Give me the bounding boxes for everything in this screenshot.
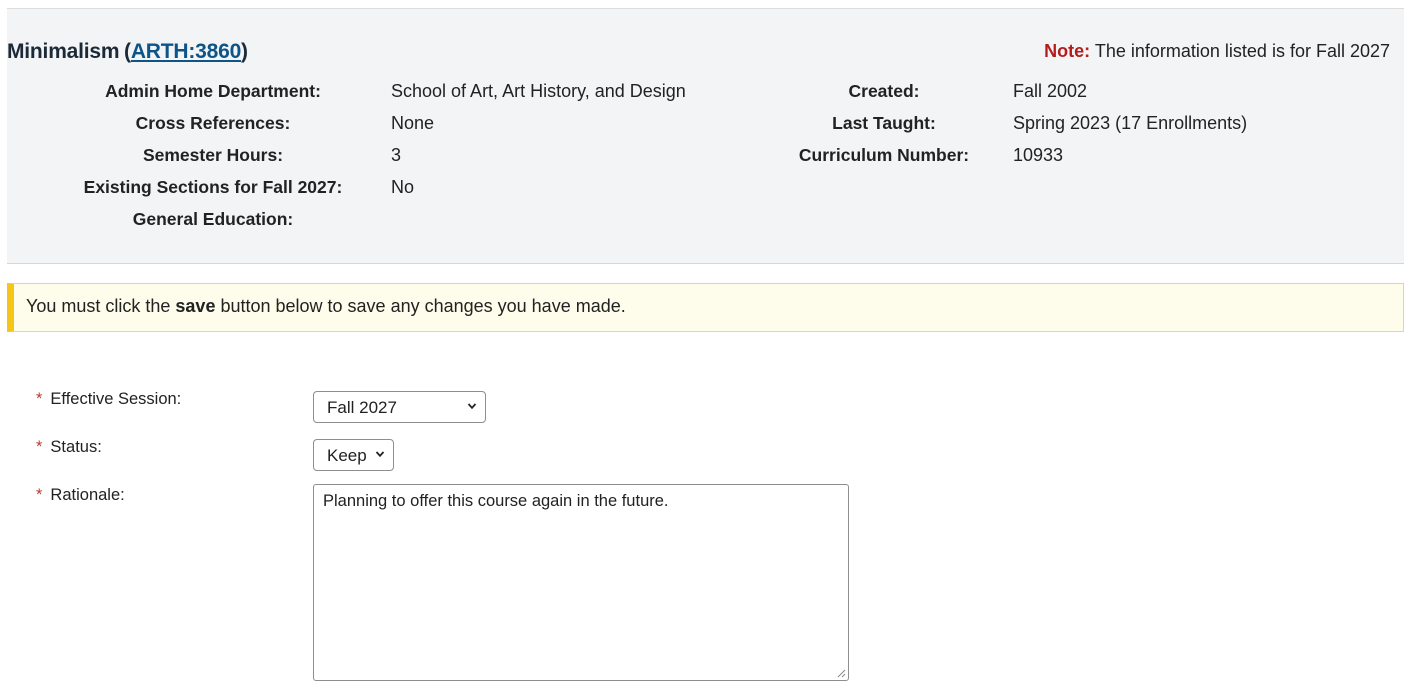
rationale-label-text: Rationale: (50, 486, 125, 504)
detail-value-curriculum-number: 10933 (1013, 145, 1064, 165)
detail-label-existing-sections: Existing Sections for Fall 2027: (83, 177, 343, 197)
effective-session-label: * Effective Session: (36, 390, 181, 409)
detail-label-last-taught: Last Taught: (832, 113, 936, 133)
detail-label-cross-references: Cross References: (135, 113, 291, 133)
alert-text-save: save (175, 296, 216, 316)
effective-session-label-text: Effective Session: (50, 390, 182, 408)
required-marker: * (36, 438, 43, 456)
detail-label-created: Created: (848, 81, 920, 101)
alert-text-before: You must click the (26, 296, 176, 316)
status-label-text: Status: (50, 438, 102, 456)
detail-label-admin-department: Admin Home Department: (105, 81, 321, 101)
detail-value-cross-references: None (391, 113, 435, 133)
status-select[interactable]: Keep (313, 439, 394, 471)
chevron-down-icon (375, 451, 385, 458)
course-code-link[interactable]: ARTH:3860 (131, 40, 241, 63)
course-title: Minimalism (ARTH:3860) (7, 40, 248, 64)
save-reminder-alert: You must click the save button below to … (7, 283, 1404, 332)
detail-value-admin-department: School of Art, Art History, and Design (391, 81, 686, 101)
course-code-open-paren: ( (124, 40, 131, 63)
alert-text-after: button below to save any changes you hav… (215, 296, 626, 316)
rationale-value: Planning to offer this course again in t… (323, 492, 669, 510)
session-note: Note: The information listed is for Fall… (1044, 41, 1390, 62)
course-info-panel: Minimalism (ARTH:3860) Note: The informa… (7, 8, 1404, 264)
effective-session-select[interactable]: Fall 2027 (313, 391, 486, 423)
status-label: * Status: (36, 438, 102, 457)
resize-grip-icon[interactable] (837, 669, 846, 678)
detail-label-curriculum-number: Curriculum Number: (798, 145, 970, 165)
note-label: Note: (1044, 41, 1091, 61)
detail-value-semester-hours: 3 (391, 145, 402, 165)
note-text: The information listed is for Fall 2027 (1094, 41, 1390, 61)
detail-label-general-education: General Education: (132, 209, 294, 229)
effective-session-value: Fall 2027 (327, 398, 397, 417)
required-marker: * (36, 390, 43, 408)
course-code-close-paren: ) (241, 40, 248, 63)
status-value: Keep (327, 446, 367, 465)
required-marker: * (36, 486, 43, 504)
detail-value-last-taught: Spring 2023 (17 Enrollments) (1013, 113, 1248, 133)
detail-label-semester-hours: Semester Hours: (142, 145, 284, 165)
detail-value-created: Fall 2002 (1013, 81, 1088, 101)
detail-value-existing-sections: No (391, 177, 415, 197)
rationale-textarea[interactable]: Planning to offer this course again in t… (313, 484, 849, 681)
course-name: Minimalism (7, 40, 120, 63)
chevron-down-icon (467, 403, 477, 410)
rationale-label: * Rationale: (36, 486, 125, 505)
